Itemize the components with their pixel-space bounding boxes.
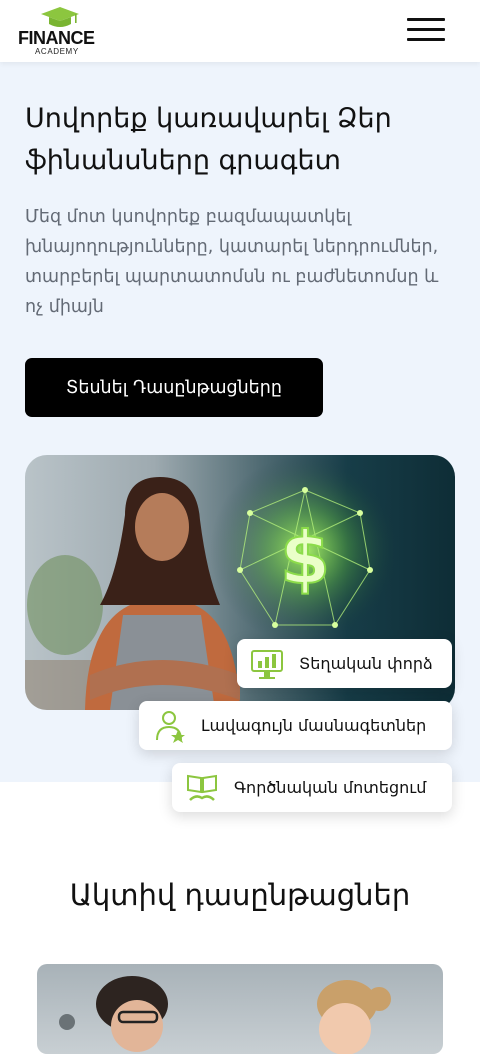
logo-subtext: ACADEMY	[35, 47, 79, 56]
badge-label: Լավագույն մասնագետներ	[201, 716, 427, 735]
monitor-chart-icon	[251, 649, 283, 679]
logo-text: FINANCE	[18, 28, 95, 48]
badge-label: Գործնական մոտեցում	[234, 778, 427, 797]
badge-label: Տեղական փորձ	[299, 654, 433, 673]
experts-star-icon	[156, 710, 185, 743]
hero-description: Մեզ մոտ կսովորեք բազմապատկել խնայողությո…	[25, 207, 439, 317]
active-courses-title: Ակտիվ դասընթացներ	[69, 878, 411, 912]
badge-local-experience: Տեղական փորձ	[237, 639, 452, 688]
hamburger-menu-icon[interactable]	[407, 18, 445, 42]
book-handshake-icon	[187, 774, 217, 801]
hero-title: Սովորեք կառավարել Ձեր ֆինանսները գրագետ	[25, 103, 392, 176]
logo[interactable]: FINANCE ACADEMY	[18, 6, 108, 56]
badge-practical-approach: Գործնական մոտեցում	[172, 763, 452, 812]
view-courses-button[interactable]: Տեսնել Դասընթացները	[25, 358, 323, 417]
site-header: FINANCE ACADEMY	[0, 0, 480, 62]
hero-section: Սովորեք կառավարել Ձեր ֆինանսները գրագետ …	[0, 62, 480, 812]
graduation-cap-icon	[41, 7, 79, 27]
svg-text:$: $	[280, 516, 330, 600]
badge-best-experts: Լավագույն մասնագետներ	[139, 701, 452, 750]
course-card-image[interactable]	[37, 964, 443, 1054]
